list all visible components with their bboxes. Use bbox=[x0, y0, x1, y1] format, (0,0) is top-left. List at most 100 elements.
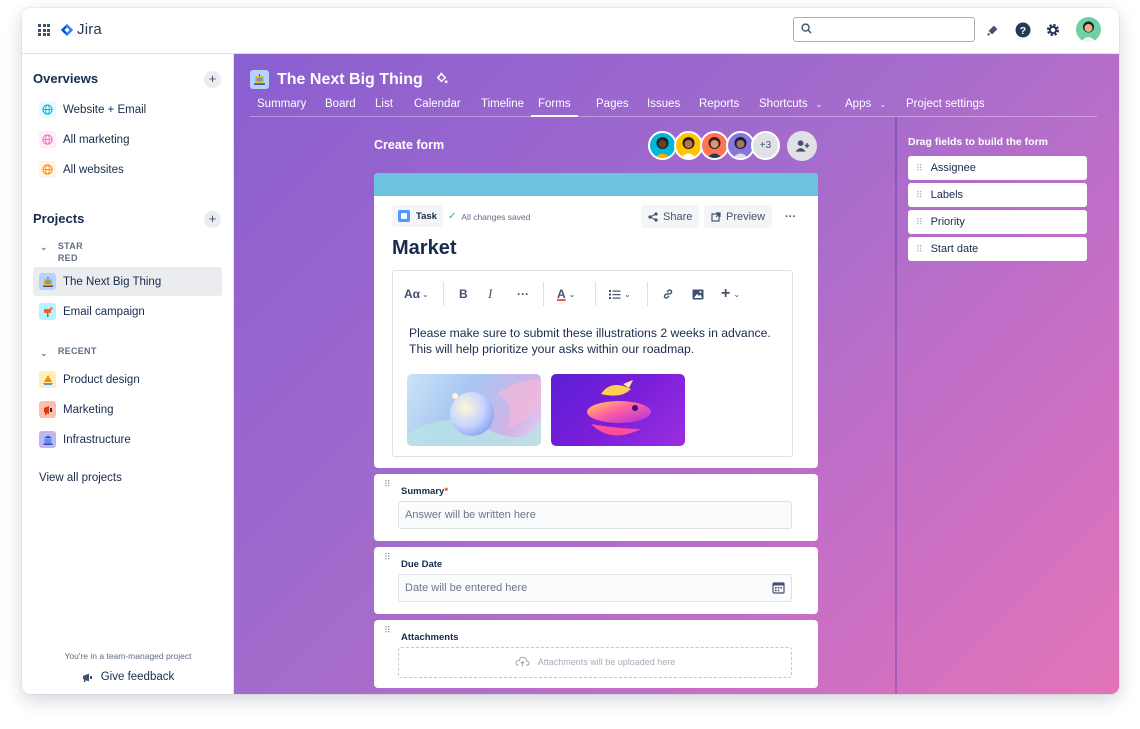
sidebar-item-infrastructure[interactable]: Infrastructure bbox=[33, 425, 222, 454]
form-card: Task ✓ All changes saved Share Preview ·… bbox=[374, 173, 818, 468]
sailboat-icon bbox=[39, 371, 56, 388]
starred-group-label: STAR RED bbox=[57, 241, 83, 263]
tab-summary[interactable]: Summary bbox=[257, 98, 306, 117]
cloud-upload-icon bbox=[515, 656, 530, 667]
add-person-button[interactable] bbox=[787, 131, 817, 161]
tab-forms[interactable]: Forms bbox=[531, 98, 578, 117]
preview-label: Preview bbox=[726, 210, 766, 223]
help-icon[interactable]: ? bbox=[1014, 21, 1032, 39]
add-overview-button[interactable]: + bbox=[204, 71, 221, 88]
due-date-input[interactable]: Date will be entered here bbox=[398, 574, 792, 602]
illustration-image-2[interactable] bbox=[551, 374, 685, 446]
sidebar-item-marketing[interactable]: Marketing bbox=[33, 395, 222, 424]
avatar[interactable] bbox=[700, 131, 729, 160]
avatar[interactable] bbox=[648, 131, 677, 160]
tab-apps-label: Apps bbox=[845, 98, 872, 110]
paint-bucket-icon[interactable] bbox=[435, 71, 448, 88]
drag-handle-icon[interactable]: ⠿ bbox=[384, 626, 391, 635]
description-text[interactable]: Please make sure to submit these illustr… bbox=[409, 325, 779, 357]
drag-handle-icon[interactable]: ⠿ bbox=[384, 480, 391, 489]
insert-dropdown[interactable]: + ⌄ bbox=[721, 285, 740, 302]
text-style-dropdown[interactable]: Aα ⌄ bbox=[404, 287, 429, 301]
drag-handle-icon: ⠿ bbox=[916, 243, 923, 254]
issue-type-selector[interactable]: Task bbox=[392, 205, 443, 227]
tab-issues[interactable]: Issues bbox=[647, 98, 680, 117]
italic-icon[interactable]: I bbox=[488, 286, 492, 301]
drag-field-priority[interactable]: ⠿ Priority bbox=[908, 210, 1087, 234]
attachments-field-label: Attachments bbox=[401, 632, 459, 643]
search-box[interactable] bbox=[793, 17, 975, 42]
settings-icon[interactable] bbox=[1044, 21, 1062, 39]
drag-field-label: Labels bbox=[930, 189, 964, 201]
due-date-field-card[interactable]: ⠿ Due Date Date will be entered here bbox=[374, 547, 818, 614]
chevron-down-icon: ⌄ bbox=[40, 348, 48, 358]
sidebar-item-email-campaign[interactable]: Email campaign bbox=[33, 297, 222, 326]
starred-group-toggle[interactable]: ⌄ STAR RED bbox=[40, 240, 83, 264]
sidebar-item-all-websites[interactable]: All websites bbox=[33, 155, 222, 184]
tab-timeline[interactable]: Timeline bbox=[481, 98, 524, 117]
sidebar-item-the-next-big-thing[interactable]: The Next Big Thing bbox=[33, 267, 222, 296]
illustration-image-1[interactable] bbox=[407, 374, 541, 446]
sidebar-item-label: All marketing bbox=[63, 133, 130, 146]
attachments-dropzone[interactable]: Attachments will be uploaded here bbox=[398, 647, 792, 678]
project-tabs: Summary Board List Calendar Timeline For… bbox=[250, 98, 1097, 117]
tab-pages[interactable]: Pages bbox=[596, 98, 629, 117]
drag-field-start-date[interactable]: ⠿ Start date bbox=[908, 237, 1087, 261]
sidebar-item-label: Infrastructure bbox=[63, 433, 131, 446]
summary-input[interactable]: Answer will be written here bbox=[398, 501, 792, 529]
server-icon bbox=[39, 431, 56, 448]
preview-button[interactable]: Preview bbox=[704, 205, 773, 228]
sidebar-item-label: Product design bbox=[63, 373, 140, 386]
tab-calendar[interactable]: Calendar bbox=[414, 98, 461, 117]
due-date-placeholder: Date will be entered here bbox=[405, 582, 528, 594]
form-header-band bbox=[374, 173, 818, 196]
recent-group-label: RECENT bbox=[57, 346, 97, 356]
user-avatar[interactable] bbox=[1076, 17, 1101, 42]
check-icon: ✓ bbox=[448, 211, 457, 222]
summary-field-label: Summary* bbox=[401, 486, 449, 497]
more-actions-button[interactable]: ··· bbox=[778, 205, 803, 228]
jira-logo-icon bbox=[60, 23, 74, 36]
tab-apps[interactable]: Apps ⌄ bbox=[845, 98, 886, 117]
recent-group-toggle[interactable]: ⌄ RECENT bbox=[40, 346, 97, 359]
tab-reports[interactable]: Reports bbox=[699, 98, 739, 117]
add-project-button[interactable]: + bbox=[204, 211, 221, 228]
bold-icon[interactable]: B bbox=[459, 287, 468, 301]
more-collaborators-badge[interactable]: +3 bbox=[751, 131, 780, 160]
tab-shortcuts[interactable]: Shortcuts ⌄ bbox=[759, 98, 822, 117]
link-icon[interactable] bbox=[662, 287, 674, 301]
drag-field-label: Assignee bbox=[930, 162, 976, 174]
summary-field-card[interactable]: ⠿ Summary* Answer will be written here bbox=[374, 474, 818, 541]
globe-icon bbox=[39, 161, 56, 178]
list-dropdown[interactable]: ⌄ bbox=[609, 287, 631, 301]
jira-logo[interactable]: Jira bbox=[60, 21, 102, 38]
text-color-dropdown[interactable]: A ⌄ bbox=[557, 287, 575, 301]
drag-handle-icon[interactable]: ⠿ bbox=[384, 553, 391, 562]
apps-grid-icon[interactable] bbox=[38, 24, 50, 36]
drag-field-labels[interactable]: ⠿ Labels bbox=[908, 183, 1087, 207]
image-icon[interactable] bbox=[692, 287, 704, 301]
more-formatting-icon[interactable]: ··· bbox=[517, 287, 529, 301]
share-button[interactable]: Share bbox=[641, 205, 700, 228]
avatar[interactable] bbox=[674, 131, 703, 160]
drag-handle-icon: ⠿ bbox=[916, 162, 923, 173]
description-editor[interactable]: Aα ⌄ B I ··· A ⌄ ⌄ + ⌄ Please make sure … bbox=[392, 270, 793, 457]
save-status-label: All changes saved bbox=[461, 211, 531, 222]
tab-list[interactable]: List bbox=[375, 98, 393, 117]
sidebar-item-product-design[interactable]: Product design bbox=[33, 365, 222, 394]
search-input[interactable] bbox=[818, 21, 968, 38]
tab-project-settings[interactable]: Project settings bbox=[906, 98, 985, 117]
give-feedback-label: Give feedback bbox=[100, 671, 175, 683]
calendar-icon[interactable] bbox=[772, 581, 785, 594]
form-title[interactable]: Market bbox=[392, 237, 456, 260]
drag-field-assignee[interactable]: ⠿ Assignee bbox=[908, 156, 1087, 180]
sidebar-item-label: Email campaign bbox=[63, 305, 145, 318]
attachments-field-card[interactable]: ⠿ Attachments Attachments will be upload… bbox=[374, 620, 818, 688]
sidebar-item-website-email[interactable]: Website + Email bbox=[33, 95, 222, 124]
sidebar-item-all-marketing[interactable]: All marketing bbox=[33, 125, 222, 154]
give-feedback-button[interactable]: Give feedback bbox=[22, 671, 234, 683]
tab-board[interactable]: Board bbox=[325, 98, 356, 117]
view-all-projects-link[interactable]: View all projects bbox=[39, 472, 122, 484]
notifications-icon[interactable] bbox=[984, 21, 1002, 39]
product-name: Jira bbox=[77, 21, 102, 38]
